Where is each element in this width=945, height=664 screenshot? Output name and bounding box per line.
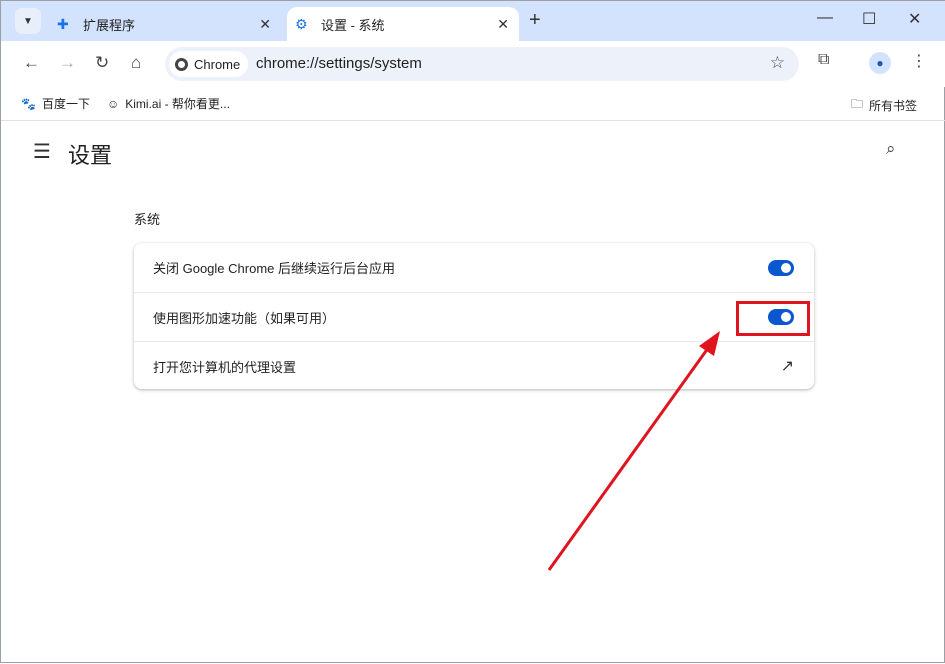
annotation-arrow — [547, 331, 720, 571]
